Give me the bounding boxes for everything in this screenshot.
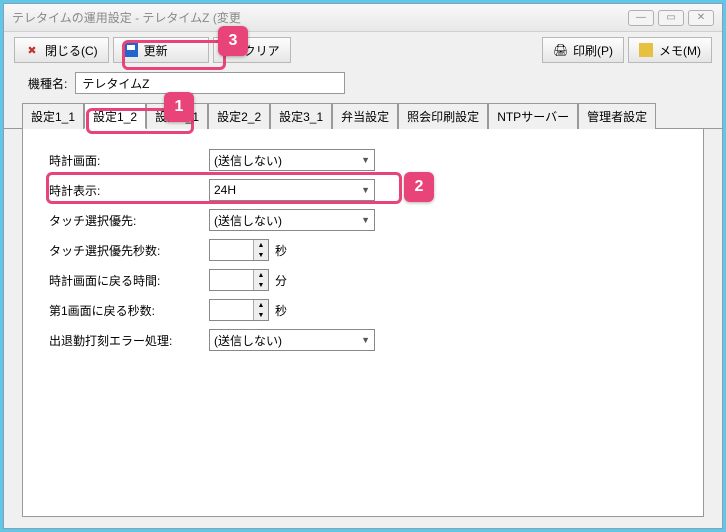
return-clock-spinner[interactable]: ▲▼ <box>209 269 269 291</box>
chevron-down-icon: ▼ <box>361 155 370 165</box>
save-icon <box>124 43 138 57</box>
return-clock-unit: 分 <box>275 272 287 289</box>
tab-panel: 時計画面: (送信しない) ▼ 時計表示: 24H ▼ タッチ選択優先: (送信… <box>22 129 704 517</box>
chevron-down-icon: ▼ <box>361 335 370 345</box>
close-window-button[interactable]: ✕ <box>688 10 714 26</box>
clear-label: クリア <box>244 42 280 59</box>
row-return-first: 第1画面に戻る秒数: ▲▼ 秒 <box>49 295 677 325</box>
tab-ntp-server[interactable]: NTPサーバー <box>488 103 578 129</box>
memo-label: メモ(M) <box>659 42 701 59</box>
print-button[interactable]: 印刷(P) <box>542 37 624 63</box>
print-label: 印刷(P) <box>573 42 613 59</box>
close-button[interactable]: 閉じる(C) <box>14 37 109 63</box>
window-title: テレタイムの運用設定 - テレタイムZ (変更 <box>12 9 628 26</box>
return-first-input[interactable] <box>210 300 253 320</box>
callout-1: 1 <box>164 92 194 122</box>
touch-priority-sec-unit: 秒 <box>275 242 287 259</box>
touch-priority-label: タッチ選択優先: <box>49 212 209 229</box>
row-clock-display: 時計表示: 24H ▼ <box>49 175 677 205</box>
tab-bento[interactable]: 弁当設定 <box>332 103 398 129</box>
return-first-label: 第1画面に戻る秒数: <box>49 302 209 319</box>
model-input[interactable]: テレタイムZ <box>75 72 345 94</box>
maximize-button[interactable]: ▭ <box>658 10 684 26</box>
main-window: テレタイムの運用設定 - テレタイムZ (変更 — ▭ ✕ 閉じる(C) 更新 … <box>3 3 723 529</box>
return-clock-label: 時計画面に戻る時間: <box>49 272 209 289</box>
window-button-group: — ▭ ✕ <box>628 10 714 26</box>
titlebar: テレタイムの運用設定 - テレタイムZ (変更 — ▭ ✕ <box>4 4 722 32</box>
close-label: 閉じる(C) <box>45 42 98 59</box>
row-return-clock: 時計画面に戻る時間: ▲▼ 分 <box>49 265 677 295</box>
update-button[interactable]: 更新 <box>113 37 209 63</box>
punch-error-select[interactable]: (送信しない) ▼ <box>209 329 375 351</box>
update-label: 更新 <box>144 42 168 59</box>
return-first-unit: 秒 <box>275 302 287 319</box>
touch-priority-sec-input[interactable] <box>210 240 253 260</box>
print-icon <box>553 43 567 57</box>
model-row: 機種名: テレタイムZ <box>4 68 722 102</box>
model-label: 機種名: <box>28 75 67 92</box>
tab-admin[interactable]: 管理者設定 <box>578 103 656 129</box>
row-clock-screen: 時計画面: (送信しない) ▼ <box>49 145 677 175</box>
row-punch-error: 出退勤打刻エラー処理: (送信しない) ▼ <box>49 325 677 355</box>
tab-strip: 設定1_1 設定1_2 設定2_1 設定2_2 設定3_1 弁当設定 照会印刷設… <box>4 102 722 129</box>
touch-priority-sec-spinner[interactable]: ▲▼ <box>209 239 269 261</box>
memo-button[interactable]: メモ(M) <box>628 37 712 63</box>
callout-2: 2 <box>404 172 434 202</box>
tab-settei1-2[interactable]: 設定1_2 <box>84 103 146 129</box>
return-first-spinner[interactable]: ▲▼ <box>209 299 269 321</box>
spin-up-icon[interactable]: ▲ <box>254 300 268 310</box>
clock-screen-value: (送信しない) <box>214 152 282 169</box>
memo-icon <box>639 43 653 57</box>
spin-down-icon[interactable]: ▼ <box>254 250 268 260</box>
row-touch-priority-sec: タッチ選択優先秒数: ▲▼ 秒 <box>49 235 677 265</box>
spin-up-icon[interactable]: ▲ <box>254 270 268 280</box>
tab-settei2-2[interactable]: 設定2_2 <box>208 103 270 129</box>
clock-screen-label: 時計画面: <box>49 152 209 169</box>
tab-shokai-print[interactable]: 照会印刷設定 <box>398 103 488 129</box>
clock-display-label: 時計表示: <box>49 182 209 199</box>
chevron-down-icon: ▼ <box>361 215 370 225</box>
punch-error-value: (送信しない) <box>214 332 282 349</box>
row-touch-priority: タッチ選択優先: (送信しない) ▼ <box>49 205 677 235</box>
return-clock-input[interactable] <box>210 270 253 290</box>
callout-3: 3 <box>218 26 248 56</box>
spin-down-icon[interactable]: ▼ <box>254 310 268 320</box>
tab-settei3-1[interactable]: 設定3_1 <box>270 103 332 129</box>
clock-screen-select[interactable]: (送信しない) ▼ <box>209 149 375 171</box>
chevron-down-icon: ▼ <box>361 185 370 195</box>
touch-priority-value: (送信しない) <box>214 212 282 229</box>
tab-settei1-1[interactable]: 設定1_1 <box>22 103 84 129</box>
spin-down-icon[interactable]: ▼ <box>254 280 268 290</box>
clock-display-value: 24H <box>214 183 236 197</box>
touch-priority-sec-label: タッチ選択優先秒数: <box>49 242 209 259</box>
punch-error-label: 出退勤打刻エラー処理: <box>49 332 209 349</box>
minimize-button[interactable]: — <box>628 10 654 26</box>
close-icon <box>25 43 39 57</box>
model-value: テレタイムZ <box>82 75 149 92</box>
touch-priority-select[interactable]: (送信しない) ▼ <box>209 209 375 231</box>
spin-up-icon[interactable]: ▲ <box>254 240 268 250</box>
clock-display-select[interactable]: 24H ▼ <box>209 179 375 201</box>
toolbar: 閉じる(C) 更新 クリア 印刷(P) メモ(M) <box>4 32 722 68</box>
